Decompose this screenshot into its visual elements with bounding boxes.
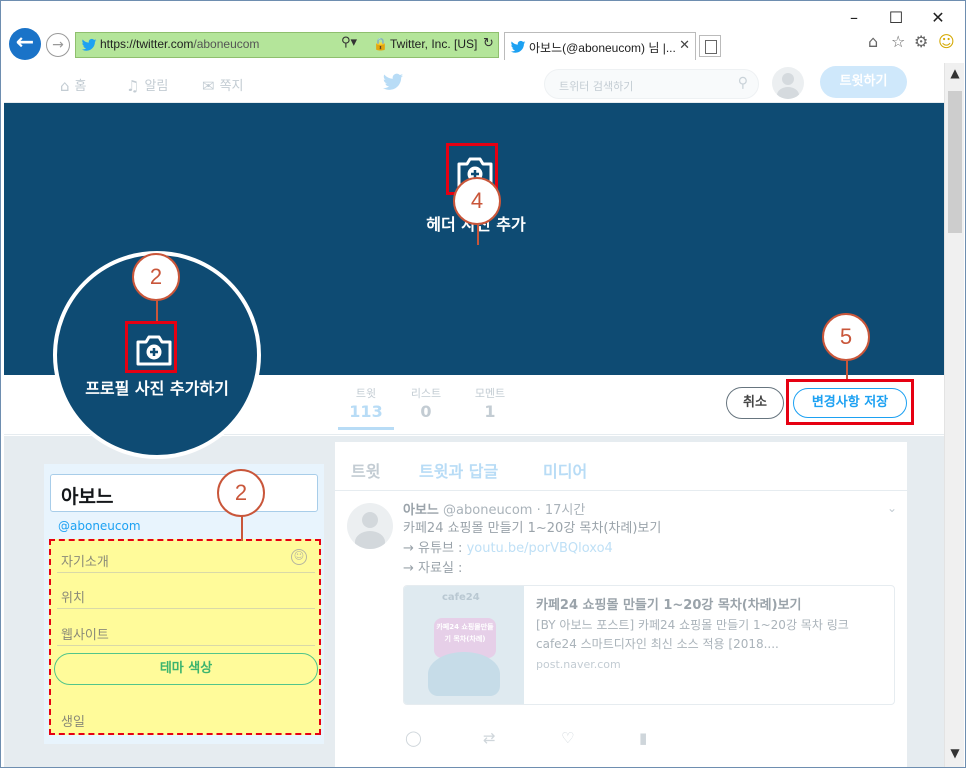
browser-tab[interactable]: 아보느(@aboneucom) 님 |... ✕ bbox=[504, 32, 696, 60]
tweet-text-line: 카페24 쇼핑몰 만들기 1~20강 목차(차례)보기 bbox=[403, 521, 662, 536]
card-thumbnail: cafe24 카페24 쇼핑몰만들기 목차(차례) bbox=[404, 586, 524, 704]
callout-4: 4 bbox=[453, 177, 501, 225]
browser-window: – ☐ ✕ ← → https://twitter.com/aboneucom … bbox=[0, 0, 966, 768]
twitter-top-nav: ⌂ 홈 ♫ 알림 ✉ 쪽지 트위터 검색하기 ⚲ 트윗하기 bbox=[4, 63, 944, 103]
tweet-button[interactable]: 트윗하기 bbox=[820, 66, 907, 98]
retweet-icon[interactable]: ⇄ bbox=[483, 729, 496, 747]
cancel-button[interactable]: 취소 bbox=[726, 387, 784, 419]
close-window-button[interactable]: ✕ bbox=[926, 8, 950, 28]
tweet-avatar[interactable] bbox=[347, 503, 393, 549]
birthday-field[interactable]: 생일 bbox=[57, 703, 315, 733]
like-heart-icon[interactable]: ♡ bbox=[561, 729, 574, 747]
profile-fields-highlight: 자기소개 ☺ 위치 웹사이트 테마 색상 생일 bbox=[49, 539, 321, 735]
tab-tweets[interactable]: 트윗 bbox=[351, 458, 380, 482]
bio-field[interactable]: 자기소개 ☺ bbox=[57, 543, 315, 573]
settings-gear-icon[interactable]: ⚙ bbox=[914, 32, 928, 51]
tweet-text-line: → 유튜브 : youtu.be/porVBQloxo4 bbox=[403, 541, 613, 556]
tab-tweets-replies[interactable]: 트윗과 답글 bbox=[419, 458, 498, 482]
url-text: https://twitter.com/aboneucom bbox=[100, 37, 260, 51]
stat-tweets[interactable]: 트윗 113 bbox=[338, 385, 394, 430]
twitter-bird-icon bbox=[510, 40, 526, 53]
card-domain: post.naver.com bbox=[536, 658, 621, 671]
new-tab-button[interactable] bbox=[699, 35, 721, 57]
name-field[interactable]: 아보느 bbox=[50, 474, 318, 512]
lock-icon[interactable]: 🔒 bbox=[373, 37, 388, 51]
emoji-icon[interactable]: ☺ bbox=[291, 549, 307, 565]
nav-home[interactable]: ⌂ 홈 bbox=[60, 75, 87, 95]
stat-lists[interactable]: 리스트 0 bbox=[402, 385, 450, 421]
scroll-up-arrow-icon[interactable]: ▲ bbox=[945, 63, 965, 83]
add-profile-photo-button[interactable] bbox=[125, 321, 177, 373]
save-changes-button[interactable]: 변경사항 저장 bbox=[793, 388, 907, 418]
favorites-star-icon[interactable]: ☆ bbox=[891, 32, 905, 51]
certificate-label[interactable]: Twitter, Inc. [US] bbox=[390, 37, 477, 51]
address-bar[interactable]: https://twitter.com/aboneucom ⚲▾ 🔒 Twitt… bbox=[75, 32, 499, 58]
handle-text: @aboneucom bbox=[58, 519, 141, 533]
avatar[interactable] bbox=[772, 67, 804, 99]
callout-2-fields: 2 bbox=[217, 469, 265, 517]
scroll-thumb[interactable] bbox=[948, 91, 962, 233]
home-icon: ⌂ bbox=[60, 77, 70, 95]
card-description: [BY 아보느 포스트] 카페24 쇼핑몰 만들기 1~20강 목차 링크caf… bbox=[536, 618, 849, 651]
callout-line bbox=[241, 515, 243, 541]
website-field[interactable]: 웹사이트 bbox=[57, 616, 315, 646]
browser-chrome: – ☐ ✕ ← → https://twitter.com/aboneucom … bbox=[2, 2, 964, 64]
twitter-bird-icon bbox=[81, 38, 97, 51]
callout-line bbox=[477, 225, 479, 245]
maximize-button[interactable]: ☐ bbox=[884, 8, 908, 28]
stat-moments[interactable]: 모멘트 1 bbox=[464, 385, 516, 421]
card-title: 카페24 쇼핑몰 만들기 1~20강 목차(차례)보기 bbox=[536, 598, 802, 613]
search-icon[interactable]: ⚲▾ bbox=[341, 35, 357, 50]
chevron-down-icon[interactable]: ⌄ bbox=[887, 501, 897, 515]
search-icon[interactable]: ⚲ bbox=[738, 75, 748, 91]
add-profile-label: 프로필 사진 추가하기 bbox=[85, 379, 229, 398]
search-input[interactable]: 트위터 검색하기 ⚲ bbox=[544, 69, 759, 99]
back-button[interactable]: ← bbox=[9, 28, 41, 60]
forward-button[interactable]: → bbox=[46, 33, 70, 57]
theme-color-button[interactable]: 테마 색상 bbox=[54, 653, 318, 685]
forward-arrow-icon: → bbox=[52, 37, 64, 53]
callout-2-avatar: 2 bbox=[132, 253, 180, 301]
tab-title: 아보느(@aboneucom) 님 |... bbox=[529, 41, 676, 55]
tweet-text-line: → 자료실 : bbox=[403, 561, 463, 576]
tweet-item[interactable]: 아보느 @aboneucom · 17시간 ⌄ 카페24 쇼핑몰 만들기 1~2… bbox=[335, 490, 907, 767]
scrollbar[interactable]: ▲ ▼ bbox=[944, 63, 964, 767]
tweet-author[interactable]: 아보느 @aboneucom · 17시간 bbox=[403, 499, 585, 518]
close-tab-icon[interactable]: ✕ bbox=[679, 38, 690, 53]
feedback-smiley-icon[interactable]: ☺ bbox=[938, 32, 955, 51]
callout-5: 5 bbox=[822, 313, 870, 361]
minimize-button[interactable]: – bbox=[842, 8, 866, 28]
nav-notifications[interactable]: ♫ 알림 bbox=[126, 75, 168, 95]
home-icon[interactable]: ⌂ bbox=[868, 32, 878, 51]
nav-messages[interactable]: ✉ 쪽지 bbox=[202, 75, 244, 95]
camera-add-icon bbox=[136, 335, 172, 366]
link-card[interactable]: cafe24 카페24 쇼핑몰만들기 목차(차례) 카페24 쇼핑몰 만들기 1… bbox=[403, 585, 895, 705]
reply-icon[interactable]: ◯ bbox=[405, 729, 422, 747]
scroll-down-arrow-icon[interactable]: ▼ bbox=[945, 743, 965, 763]
location-field[interactable]: 위치 bbox=[57, 579, 315, 609]
tweet-link[interactable]: youtu.be/porVBQloxo4 bbox=[467, 541, 613, 556]
envelope-icon: ✉ bbox=[202, 77, 215, 95]
globe-graphic bbox=[428, 652, 500, 696]
analytics-icon[interactable]: ▮ bbox=[639, 729, 647, 747]
save-highlight: 변경사항 저장 bbox=[786, 379, 914, 425]
tab-media[interactable]: 미디어 bbox=[543, 458, 587, 482]
back-arrow-icon: ← bbox=[15, 30, 35, 55]
bell-icon: ♫ bbox=[126, 77, 140, 95]
twitter-logo-icon[interactable] bbox=[382, 71, 404, 93]
callout-line bbox=[156, 299, 158, 321]
refresh-icon[interactable]: ↻ bbox=[483, 36, 494, 51]
callout-line bbox=[846, 359, 848, 379]
timeline: 트윗 트윗과 답글 미디어 아보느 @aboneucom · 17시간 ⌄ 카페… bbox=[335, 442, 907, 767]
